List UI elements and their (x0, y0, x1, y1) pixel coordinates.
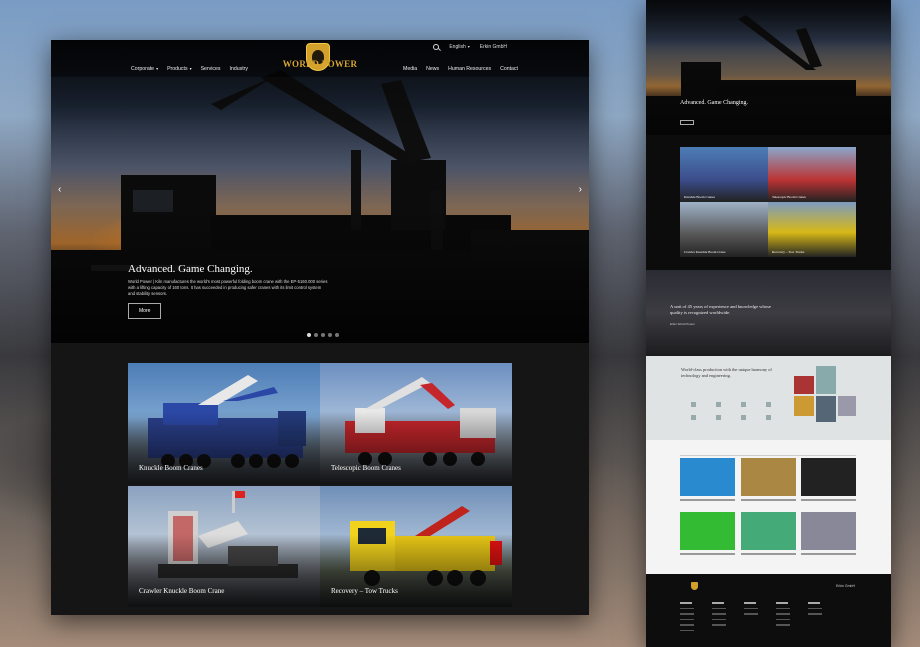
nav-right: Media News Human Resources Contact (403, 66, 518, 72)
side-feature-icons (681, 402, 781, 420)
side-news-section (646, 440, 891, 574)
news-card[interactable] (741, 512, 796, 555)
slider-dots (307, 333, 339, 337)
footer-brand: Erkin GmbH (835, 584, 855, 588)
side-world-class-section: World-class production with the unique h… (646, 356, 891, 440)
side-footer: Erkin GmbH (646, 574, 891, 647)
nav-item-hr[interactable]: Human Resources (448, 66, 491, 72)
nav-item-media[interactable]: Media (403, 66, 417, 72)
category-label: Crawler Knuckle Boom Crane (139, 587, 225, 595)
nav-left: Corporate ▾ Products ▾ Services Industry (131, 66, 248, 72)
side-hero: Advanced. Game Changing. (646, 0, 891, 135)
chevron-right-icon[interactable]: › (579, 184, 582, 195)
news-card[interactable] (680, 512, 735, 555)
more-button[interactable]: More (128, 303, 162, 319)
side-tile[interactable]: Knuckle Boom Cranes (680, 147, 768, 202)
fullpage-preview: Advanced. Game Changing. Knuckle Boom Cr… (646, 0, 891, 647)
feature-icon (741, 402, 746, 407)
utility-bar: English ▾ Erkin GmbH (433, 44, 507, 50)
feature-icon (766, 415, 771, 420)
footer-logo[interactable] (680, 582, 710, 590)
hero-description: World Power | Kiln manufactures the worl… (128, 279, 328, 296)
search-icon[interactable] (433, 44, 440, 50)
feature-icon (716, 415, 721, 420)
news-card[interactable] (741, 458, 796, 501)
category-label: Knuckle Boom Cranes (139, 464, 203, 472)
nav-item-corporate[interactable]: Corporate ▾ (131, 66, 158, 72)
language-select[interactable]: English ▾ (449, 44, 469, 50)
nav-item-industry[interactable]: Industry (230, 66, 248, 72)
slider-dot[interactable] (314, 333, 318, 337)
side-quote-section: A unit of 45 years of experience and kno… (646, 270, 891, 356)
slider-dot[interactable] (321, 333, 325, 337)
category-tile-recovery[interactable]: Recovery – Tow Trucks (320, 486, 512, 607)
chevron-left-icon[interactable]: ‹ (58, 184, 61, 195)
category-grid: Knuckle Boom Cranes Telescopic Boom Cran… (128, 363, 512, 611)
feature-icon (716, 402, 721, 407)
feature-icon (691, 415, 696, 420)
slider-dot[interactable] (335, 333, 339, 337)
news-card[interactable] (680, 458, 735, 501)
footer-columns (680, 602, 822, 635)
news-card[interactable] (801, 458, 856, 501)
brand-name: WORLD POWER (282, 59, 358, 69)
shield-icon (691, 582, 698, 590)
desktop-preview: Advanced. Game Changing. World Power | K… (51, 40, 589, 615)
brand-logo[interactable]: WORLD POWER (270, 43, 370, 77)
news-card[interactable] (801, 512, 856, 555)
side-quote-sub: Erkin World Power (670, 322, 695, 326)
user-link[interactable]: Erkin GmbH (480, 44, 507, 50)
nav-item-services[interactable]: Services (201, 66, 221, 72)
side-news-tabs[interactable] (680, 450, 856, 456)
side-hero-title: Advanced. Game Changing. (680, 100, 748, 106)
category-tile-knuckle[interactable]: Knuckle Boom Cranes (128, 363, 320, 484)
slider-dot[interactable] (328, 333, 332, 337)
category-label: Telescopic Boom Cranes (331, 464, 401, 472)
hero-title: Advanced. Game Changing. (128, 263, 253, 275)
nav-item-products[interactable]: Products ▾ (167, 66, 192, 72)
side-more-button[interactable] (680, 120, 694, 125)
feature-icon (741, 415, 746, 420)
side-tile[interactable]: Crawler Knuckle Boom Crane (680, 202, 768, 257)
nav-item-contact[interactable]: Contact (500, 66, 518, 72)
feature-icon (766, 402, 771, 407)
side-world-class-title: World-class production with the unique h… (681, 367, 772, 378)
side-quote: A unit of 45 years of experience and kno… (670, 304, 771, 315)
site-header: English ▾ Erkin GmbH Corporate ▾ Products ▾… (51, 40, 589, 77)
category-tile-telescopic[interactable]: Telescopic Boom Cranes (320, 363, 512, 484)
hero-slider: Advanced. Game Changing. World Power | K… (51, 40, 589, 343)
category-label: Recovery – Tow Trucks (331, 587, 398, 595)
hero-caption: Advanced. Game Changing. World Power | K… (128, 263, 328, 319)
side-tile[interactable]: Telescopic Boom Cranes (768, 147, 856, 202)
category-tile-crawler[interactable]: Crawler Knuckle Boom Crane (128, 486, 320, 607)
side-photo-collage (794, 366, 856, 426)
side-category-section: Knuckle Boom Cranes Telescopic Boom Cran… (646, 135, 891, 270)
nav-item-news[interactable]: News (426, 66, 439, 72)
feature-icon (691, 402, 696, 407)
side-tile[interactable]: Recovery – Tow Trucks (768, 202, 856, 257)
slider-dot[interactable] (307, 333, 311, 337)
